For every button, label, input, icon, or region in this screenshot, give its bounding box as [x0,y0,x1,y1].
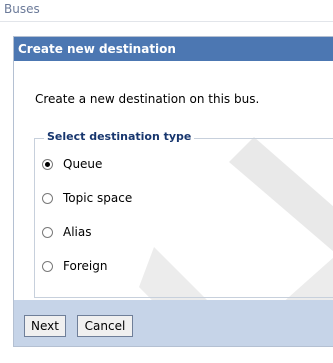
option-label-queue: Queue [63,157,103,171]
radio-queue[interactable] [42,159,53,170]
cancel-button[interactable]: Cancel [77,315,133,337]
destination-type-fieldset: Select destination type Queue Topic spac… [34,130,333,298]
panel-instruction: Create a new destination on this bus. [35,92,260,106]
option-label-foreign: Foreign [63,259,108,273]
option-label-topic-space: Topic space [63,191,133,205]
next-button[interactable]: Next [24,315,66,337]
radio-alias[interactable] [42,227,53,238]
radio-topic-space[interactable] [42,193,53,204]
button-bar: Next Cancel [14,300,333,346]
destination-type-legend: Select destination type [44,130,195,143]
breadcrumb[interactable]: Buses [0,0,333,22]
radio-foreign[interactable] [42,261,53,272]
option-label-alias: Alias [63,225,92,239]
